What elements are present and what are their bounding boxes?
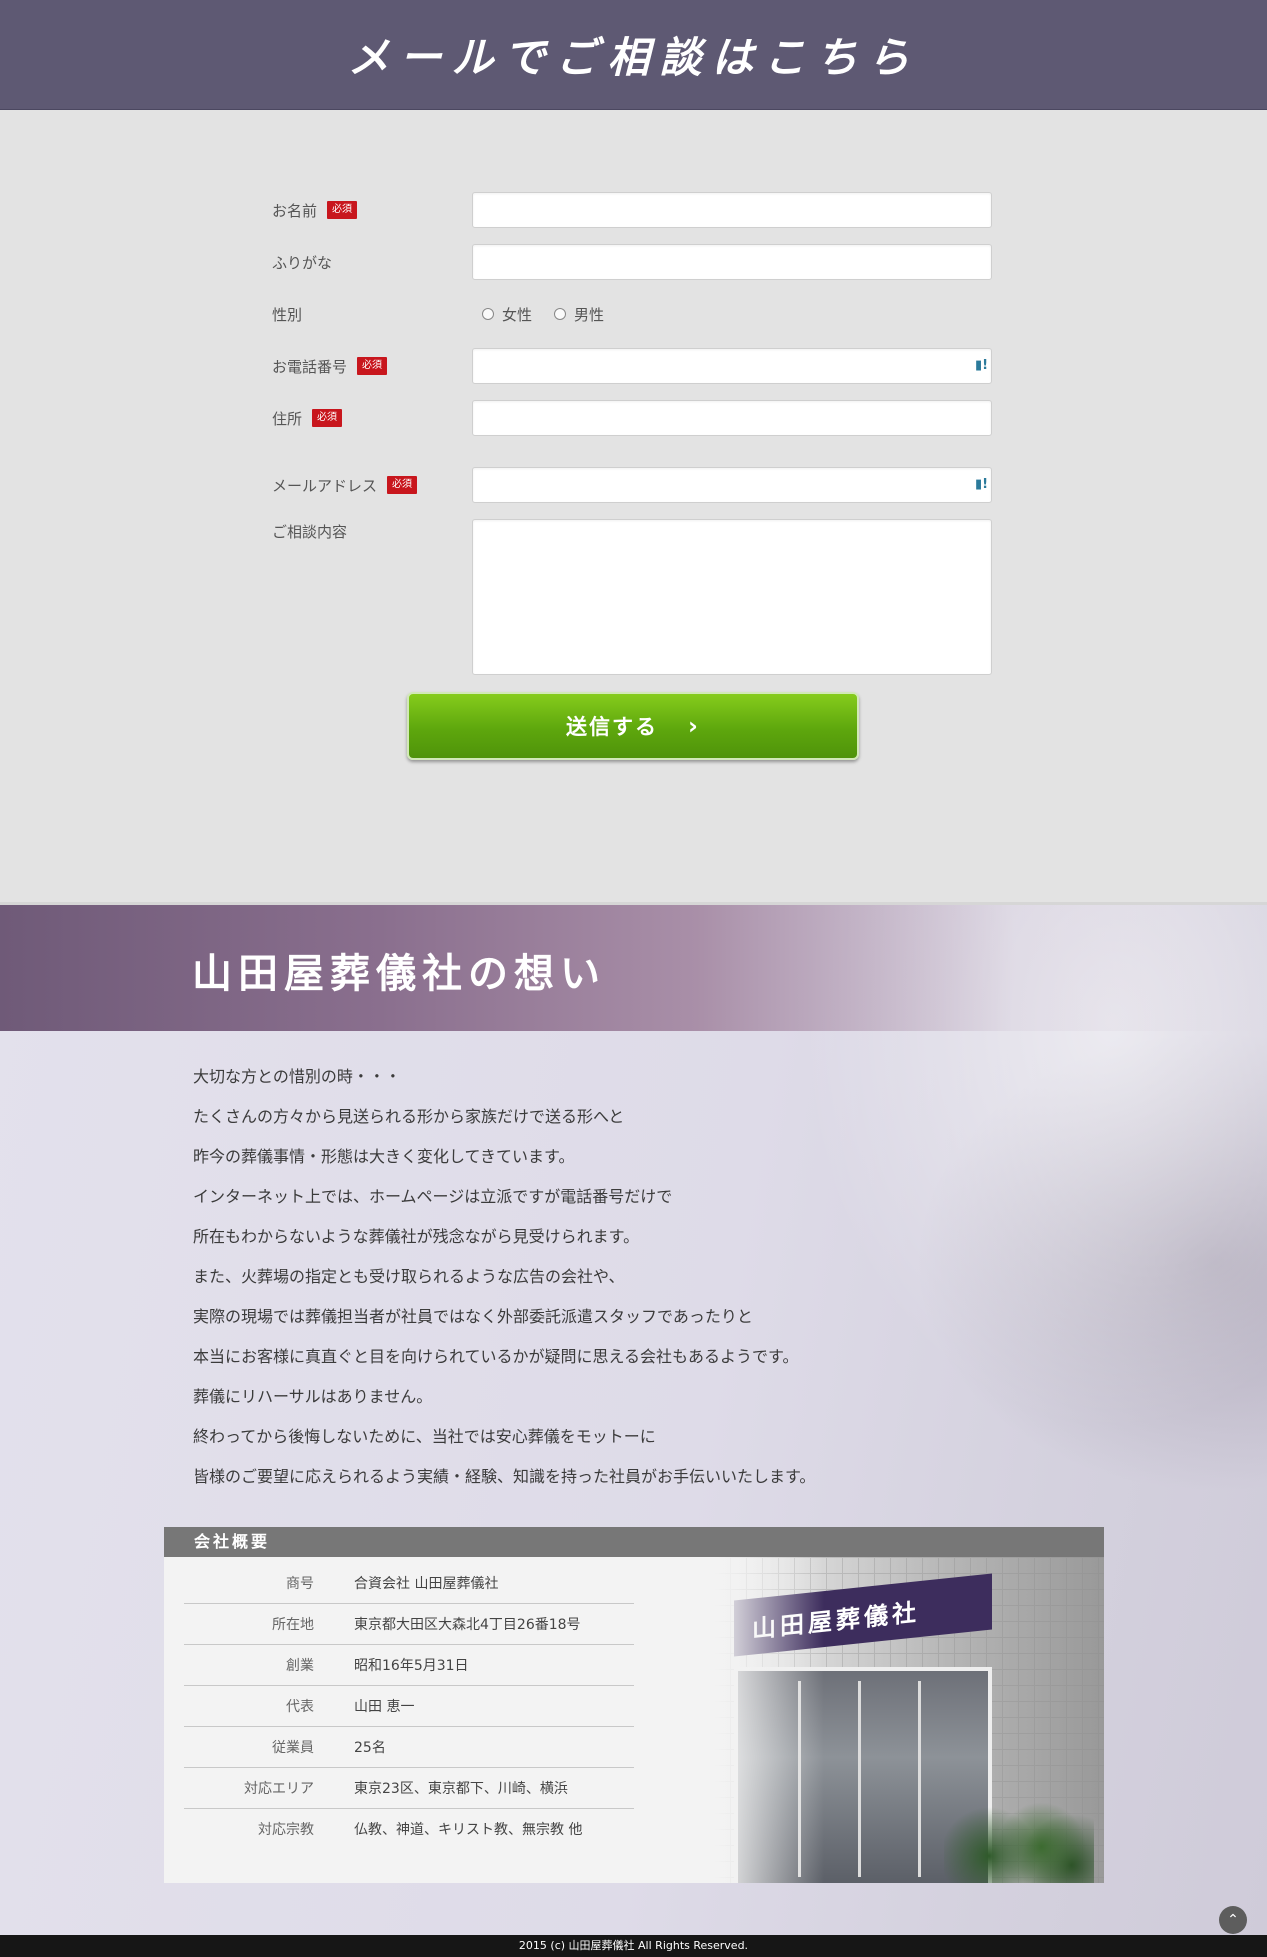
gender-female-option[interactable]: 女性 <box>482 304 532 325</box>
furigana-input[interactable] <box>472 244 992 280</box>
philosophy-line: 大切な方との惜別の時・・・ <box>193 1067 401 1086</box>
submit-button[interactable]: 送信する › <box>407 692 859 760</box>
table-row: 従業員 25名 <box>184 1727 634 1768</box>
philosophy-line: 終わってから後悔しないために、当社では安心葬儀をモットーに <box>193 1427 656 1446</box>
email-label: メールアドレス <box>272 476 378 495</box>
arrow-up-icon: ⌃ <box>1227 1912 1239 1928</box>
furigana-label: ふりがな <box>272 253 333 272</box>
gender-male-label: 男性 <box>574 305 605 324</box>
phone-input[interactable] <box>479 350 973 384</box>
address-input[interactable] <box>472 400 992 436</box>
copyright: 2015 (c) 山田屋葬儀社 All Rights Reserved. <box>518 1939 749 1952</box>
required-badge: 必須 <box>387 476 418 494</box>
row-label: 商号 <box>286 1576 314 1592</box>
table-row: 対応エリア 東京23区、東京都下、川崎、横浜 <box>184 1768 634 1809</box>
row-label: 従業員 <box>272 1740 314 1756</box>
required-badge: 必須 <box>312 409 343 427</box>
philosophy-line: 実際の現場では葬儀担当者が社員ではなく外部委託派遣スタッフであったりと <box>193 1307 753 1326</box>
table-row: 所在地 東京都大田区大森北4丁目26番18号 <box>184 1604 634 1645</box>
company-overview: 会社概要 商号 合資会社 山田屋葬儀社 所在地 東京都大田区大森北4丁目26番1… <box>164 1527 1104 1883</box>
row-value: 東京23区、東京都下、川崎、横浜 <box>354 1781 568 1797</box>
plants <box>944 1793 1094 1883</box>
gender-label: 性別 <box>272 305 303 324</box>
table-row: 創業 昭和16年5月31日 <box>184 1645 634 1686</box>
philosophy-line: 皆様のご要望に応えられるよう実績・経験、知識を持った社員がお手伝いいたします。 <box>193 1467 816 1486</box>
table-row: 商号 合資会社 山田屋葬儀社 <box>184 1563 634 1604</box>
name-label: お名前 <box>272 201 318 220</box>
message-textarea[interactable] <box>472 519 992 675</box>
philosophy-line: 昨今の葬儀事情・形態は大きく変化してきています。 <box>193 1147 575 1166</box>
philosophy-line: たくさんの方々から見送られる形から家族だけで送る形へと <box>193 1107 625 1126</box>
required-badge: 必須 <box>357 357 388 375</box>
radio-male[interactable] <box>554 308 567 320</box>
table-row: 代表 山田 恵一 <box>184 1686 634 1727</box>
phone-field: ▮! <box>472 348 992 384</box>
submit-label: 送信する <box>566 715 659 739</box>
philosophy-text: 大切な方との惜別の時・・・ たくさんの方々から見送られる形から家族だけで送る形へ… <box>193 1057 815 1497</box>
philosophy-line: また、火葬場の指定とも受け取られるような広告の会社や、 <box>193 1267 625 1286</box>
phone-label: お電話番号 <box>272 357 348 376</box>
row-value: 東京都大田区大森北4丁目26番18号 <box>354 1617 581 1633</box>
footer: 2015 (c) 山田屋葬儀社 All Rights Reserved. <box>0 1935 1267 1957</box>
table-row: 対応宗教 仏教、神道、キリスト教、無宗教 他 <box>184 1809 634 1849</box>
autofill-icon[interactable]: ▮! <box>975 477 988 493</box>
row-label: 代表 <box>286 1699 314 1715</box>
gender-male-option[interactable]: 男性 <box>554 304 604 325</box>
row-label: 創業 <box>286 1658 314 1674</box>
scroll-top-button[interactable]: ⌃ <box>1219 1906 1247 1934</box>
company-heading: 会社概要 <box>164 1527 1104 1557</box>
philosophy-line: 本当にお客様に真直ぐと目を向けられているかが疑問に思える会社もあるようです。 <box>193 1347 799 1366</box>
contact-header: メールでご相談はこちら <box>0 0 1267 111</box>
row-label: 対応エリア <box>244 1781 314 1797</box>
philosophy-line: 葬儀にリハーサルはありません。 <box>193 1387 433 1406</box>
contact-form: お名前 必須 ふりがな 性別 女性 男性 お電話番号 必須 ▮! 住所 必須 メ… <box>0 110 1267 900</box>
row-label: 対応宗教 <box>258 1822 314 1838</box>
required-badge: 必須 <box>327 201 358 219</box>
company-table: 商号 合資会社 山田屋葬儀社 所在地 東京都大田区大森北4丁目26番18号 創業… <box>184 1563 634 1849</box>
storefront-photo: 山田屋葬儀社 <box>714 1557 1104 1883</box>
email-input[interactable] <box>479 469 973 503</box>
autofill-icon[interactable]: ▮! <box>975 358 988 374</box>
philosophy-line: 所在もわからないような葬儀社が残念ながら見受けられます。 <box>193 1227 640 1246</box>
chevron-right-icon: › <box>688 712 700 740</box>
row-value: 25名 <box>354 1740 386 1756</box>
contact-title: メールでご相談はこちら <box>347 33 920 82</box>
gender-female-label: 女性 <box>502 305 533 324</box>
name-input[interactable] <box>472 192 992 228</box>
address-label: 住所 <box>272 409 303 428</box>
philosophy-title: 山田屋葬儀社の想い <box>192 950 606 997</box>
philosophy-line: インターネット上では、ホームページは立派ですが電話番号だけで <box>193 1187 673 1206</box>
row-value: 合資会社 山田屋葬儀社 <box>354 1576 499 1592</box>
row-label: 所在地 <box>272 1617 314 1633</box>
gender-radio-group: 女性 男性 <box>482 296 604 332</box>
email-field: ▮! <box>472 467 992 503</box>
row-value: 仏教、神道、キリスト教、無宗教 他 <box>354 1822 583 1838</box>
row-value: 昭和16年5月31日 <box>354 1658 469 1674</box>
radio-female[interactable] <box>482 308 494 320</box>
message-label: ご相談内容 <box>272 522 348 541</box>
row-value: 山田 恵一 <box>354 1699 415 1715</box>
philosophy-banner: 山田屋葬儀社の想い <box>0 902 1267 1031</box>
